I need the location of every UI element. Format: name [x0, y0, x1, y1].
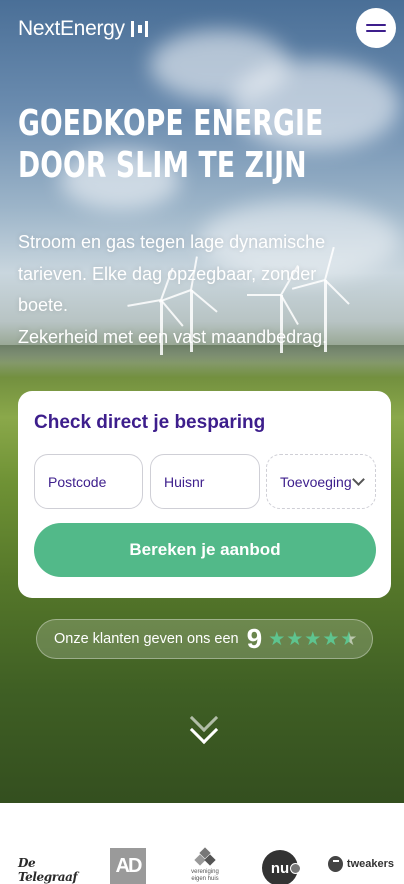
savings-check-title: Check direct je besparing — [34, 412, 266, 433]
veh-mark-icon — [194, 847, 216, 867]
veh-logo-text: vereniging eigen huis — [191, 869, 219, 882]
rating-score: 9 — [246, 623, 263, 654]
brand-name: NextEnergy — [18, 17, 125, 40]
addition-placeholder: Toevoeging — [280, 473, 352, 490]
hero-description: Stroom en gas tegen lage dynamische tari… — [18, 227, 390, 353]
nu-logo-text: nu — [270, 859, 290, 877]
half-star-icon: ★ — [340, 628, 358, 650]
scroll-down-chevron-icon[interactable] — [188, 703, 220, 752]
rating-stars: ★ ★ ★ ★ ★ — [268, 630, 358, 649]
tweakers-logo-text: tweakers — [346, 858, 394, 870]
star-icon: ★ — [268, 628, 286, 650]
ad-logo: AD — [110, 848, 146, 884]
nu-nl-logo: nu — [262, 850, 301, 884]
headline-line-2: DOOR SLIM TE ZIJN — [18, 145, 307, 186]
house-number-field[interactable]: Huisnr — [150, 454, 260, 509]
savings-check-card: Check direct je besparing Postcode Huisn… — [18, 391, 391, 598]
rating-text: Onze klanten geven ons een — [54, 631, 239, 647]
addition-select[interactable]: Toevoeging — [266, 454, 376, 509]
tweakers-logo: tweakers — [328, 856, 394, 872]
house-number-placeholder: Huisnr — [164, 473, 205, 490]
calculate-offer-button[interactable]: Bereken je aanbod — [34, 523, 376, 577]
brand-logo[interactable]: NextEnergy — [18, 17, 149, 41]
telegraaf-logo: De Telegraaf — [18, 856, 78, 884]
hero-description-line: tarieven. Elke dag opzegbaar, zonder — [18, 263, 317, 284]
star-icon: ★ — [304, 628, 322, 650]
nu-badge-icon — [290, 863, 301, 874]
site-header: NextEnergy — [0, 0, 404, 60]
hero-description-line: Stroom en gas tegen lage dynamische — [18, 232, 326, 252]
star-icon: ★ — [286, 628, 304, 650]
bars-logo-icon — [130, 21, 149, 37]
hero-section: NextEnergy GOEDKOPE ENERGIE DOOR SLIM TE… — [0, 0, 404, 803]
customer-rating-badge: Onze klanten geven ons een 9 ★ ★ ★ ★ ★ — [36, 619, 373, 659]
chevron-down-icon — [352, 473, 365, 486]
hero-description-line: Zekerheid met een vast maandbedrag. — [18, 326, 328, 347]
headline-line-1: GOEDKOPE ENERGIE — [18, 103, 324, 144]
page-title: GOEDKOPE ENERGIE DOOR SLIM TE ZIJN — [18, 103, 324, 187]
star-icon: ★ — [322, 628, 340, 650]
hamburger-menu-icon[interactable] — [356, 8, 396, 48]
postcode-placeholder: Postcode — [48, 473, 107, 490]
vereniging-eigen-huis-logo: vereniging eigen huis — [186, 847, 224, 884]
hero-description-line: boete. — [18, 295, 69, 315]
tweakers-mark-icon — [328, 856, 343, 872]
postcode-field[interactable]: Postcode — [34, 454, 143, 509]
